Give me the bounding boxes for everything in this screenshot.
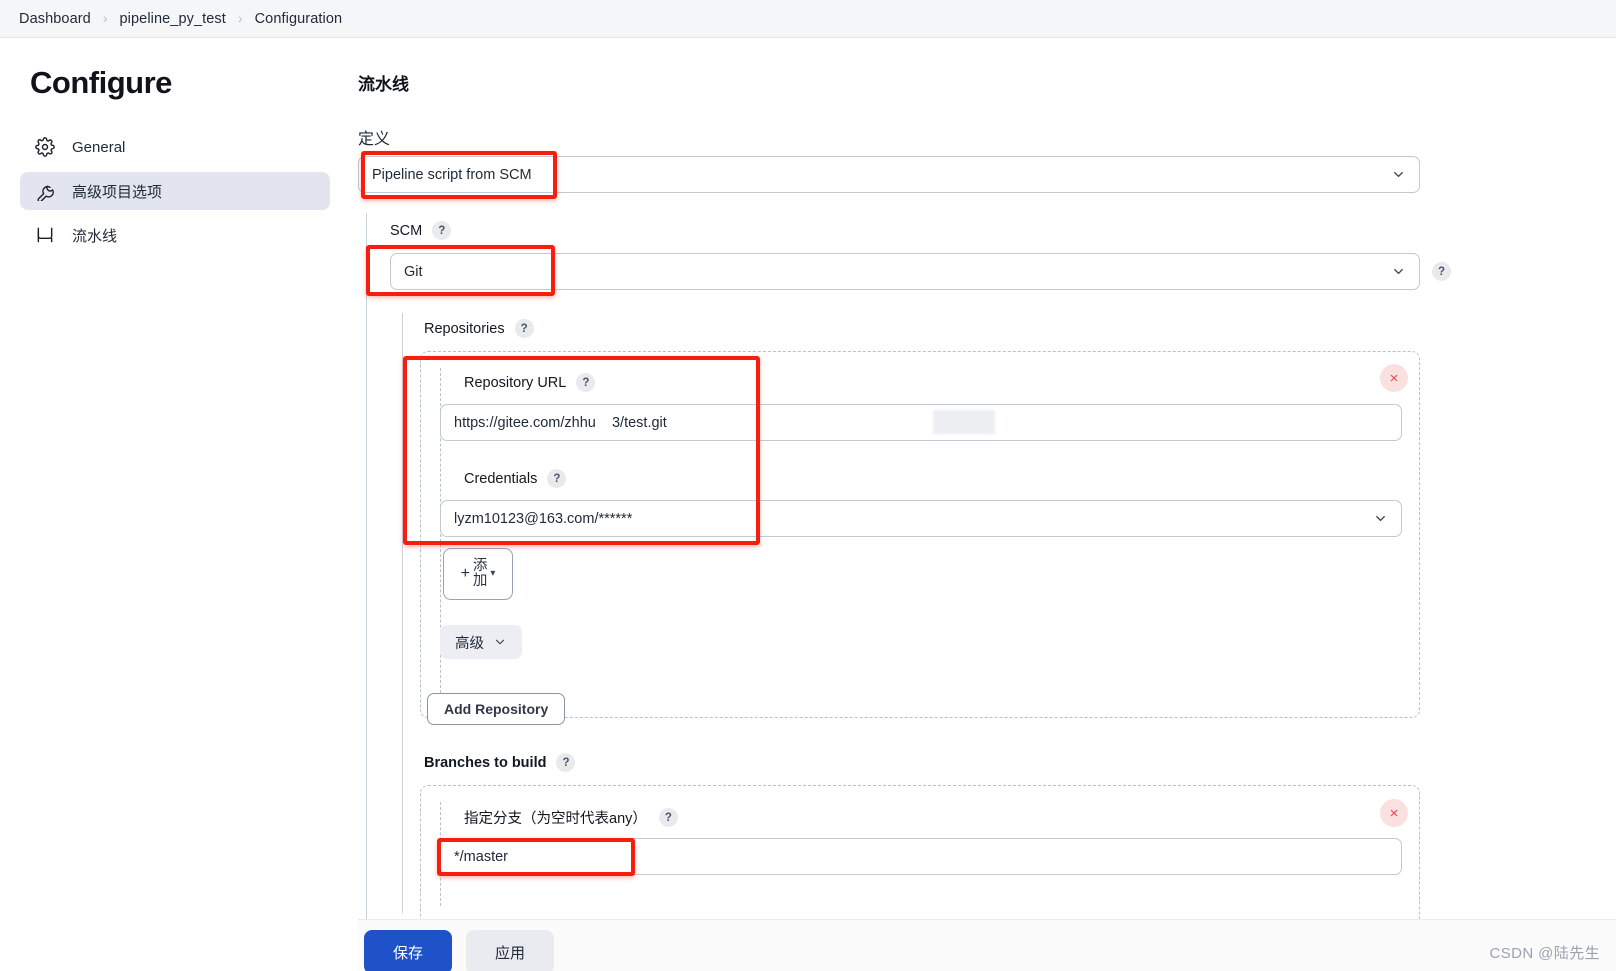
repository-url-label: Repository URL <box>464 374 567 391</box>
chevron-down-icon <box>1391 264 1406 279</box>
branches-help-icon[interactable]: ? <box>556 753 576 772</box>
wrench-icon <box>34 180 56 202</box>
branches-label: Branches to build <box>424 754 547 771</box>
indent-rail-level-2 <box>402 313 403 913</box>
caret-down-icon: ▾ <box>490 568 496 579</box>
chevron-down-icon <box>493 635 507 649</box>
sidebar-item-label: 流水线 <box>72 227 118 245</box>
repository-url-help-icon[interactable]: ? <box>576 373 596 392</box>
scm-select[interactable]: Git <box>390 253 1420 290</box>
add-repository-button[interactable]: Add Repository <box>427 693 566 725</box>
sidebar-nav: General 高级项目选项 流水线 <box>20 128 330 260</box>
add-button-label: 添 加 <box>472 557 488 589</box>
repositories-help-icon[interactable]: ? <box>514 319 534 338</box>
advanced-toggle-label: 高级 <box>455 635 484 652</box>
indent-rail-level-1 <box>366 213 367 923</box>
plus-icon: + <box>460 565 470 582</box>
chevron-down-icon <box>1391 167 1406 182</box>
add-credentials-button[interactable]: + 添 加 ▾ <box>443 548 513 600</box>
breadcrumb-item-dashboard[interactable]: Dashboard <box>19 11 91 27</box>
pipeline-icon <box>34 224 56 246</box>
scm-side-help-icon[interactable]: ? <box>1432 262 1451 281</box>
chevron-down-icon <box>1373 511 1388 526</box>
sidebar-item-pipeline[interactable]: 流水线 <box>20 216 330 254</box>
sidebar-item-general[interactable]: General <box>20 128 330 166</box>
sidebar-item-label: General <box>72 138 126 156</box>
page-title: Configure <box>30 65 172 100</box>
repositories-label: Repositories <box>424 320 505 337</box>
breadcrumb-item-configuration[interactable]: Configuration <box>255 11 343 27</box>
sidebar-item-advanced-project-options[interactable]: 高级项目选项 <box>20 172 330 210</box>
sidebar-item-label: 高级项目选项 <box>72 183 163 201</box>
advanced-toggle-button[interactable]: 高级 <box>440 625 522 659</box>
definition-label: 定义 <box>358 131 391 148</box>
apply-button[interactable]: 应用 <box>466 930 554 971</box>
section-title-pipeline: 流水线 <box>358 75 409 94</box>
branches-label-group: Branches to build ? <box>424 753 576 772</box>
branch-specifier-value: */master <box>454 848 508 865</box>
gear-icon <box>34 136 56 158</box>
breadcrumb-separator-icon: › <box>237 9 243 26</box>
credentials-help-icon[interactable]: ? <box>547 469 567 488</box>
page-root: Dashboard › pipeline_py_test › Configura… <box>0 0 1616 971</box>
credentials-label-group: Credentials ? <box>464 469 567 488</box>
scm-help-icon[interactable]: ? <box>432 221 452 240</box>
main-content: 流水线 定义 Pipeline script from SCM SCM ? Gi… <box>358 38 1616 971</box>
add-button-label-line1: 添 <box>472 557 488 574</box>
breadcrumb-item-project[interactable]: pipeline_py_test <box>120 11 226 27</box>
delete-branch-button[interactable]: × <box>1380 799 1408 827</box>
credentials-select[interactable]: lyzm10123@163.com/****** <box>440 500 1402 537</box>
scm-select-value: Git <box>404 263 423 280</box>
branch-specifier-label: 指定分支（为空时代表any） <box>464 811 647 827</box>
redaction-overlay <box>933 410 995 434</box>
watermark: CSDN @陆先生 <box>1489 945 1600 962</box>
form-footer: 保存 应用 <box>358 919 1616 971</box>
branch-specifier-help-icon[interactable]: ? <box>658 808 678 827</box>
credentials-select-value: lyzm10123@163.com/****** <box>454 510 633 527</box>
definition-select-value: Pipeline script from SCM <box>372 166 532 183</box>
delete-repository-button[interactable]: × <box>1380 364 1408 392</box>
credentials-label: Credentials <box>464 470 538 487</box>
branch-specifier-label-group: 指定分支（为空时代表any） ? <box>464 807 678 828</box>
scm-label: SCM <box>390 222 423 239</box>
repositories-label-group: Repositories ? <box>424 319 534 338</box>
definition-select[interactable]: Pipeline script from SCM <box>358 156 1420 193</box>
breadcrumb: Dashboard › pipeline_py_test › Configura… <box>0 0 1616 38</box>
sidebar: Configure General 高级项目选项 流水线 <box>0 38 350 971</box>
add-button-label-line2: 加 <box>472 573 488 589</box>
branch-specifier-input[interactable]: */master <box>440 838 1402 875</box>
repository-url-label-group: Repository URL ? <box>464 373 596 392</box>
repository-url-value: https://gitee.com/zhhu 3/test.git <box>454 414 667 431</box>
scm-label-group: SCM ? <box>390 221 452 240</box>
save-button[interactable]: 保存 <box>364 930 452 971</box>
repository-url-input[interactable]: https://gitee.com/zhhu 3/test.git <box>440 404 1402 441</box>
breadcrumb-separator-icon: › <box>102 9 108 26</box>
